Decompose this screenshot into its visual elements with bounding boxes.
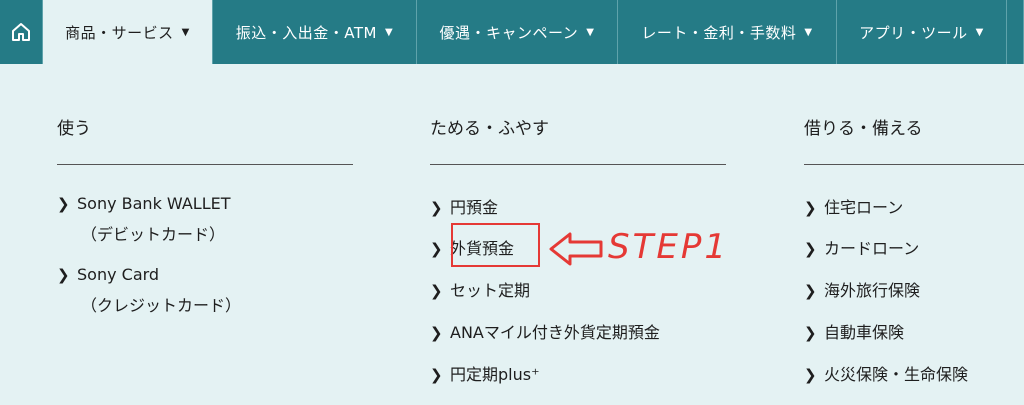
column-heading: 借りる・備える (804, 119, 923, 139)
divider (804, 164, 1024, 165)
menu-item-sublabel: （デビットカード） (81, 225, 226, 244)
caret-down-icon: ▼ (586, 26, 595, 38)
main-nav: 商品・サービス ▼ 振込・入出金・ATM ▼ 優遇・キャンペーン ▼ レート・金… (0, 0, 1024, 64)
chevron-right-icon: ❯ (430, 366, 443, 384)
menu-item-label: 住宅ローン (824, 198, 904, 217)
tab-label: 振込・入出金・ATM (235, 23, 377, 42)
menu-item-card-loan[interactable]: ❯ カードローン (804, 235, 919, 259)
highlight-box (451, 223, 540, 267)
menu-item-sony-bank-wallet[interactable]: ❯ Sony Bank WALLET （デビットカード） (57, 194, 231, 245)
tab-benefits-campaigns[interactable]: 優遇・キャンペーン ▼ (417, 0, 618, 64)
menu-item-yen-deposit[interactable]: ❯ 円預金 (430, 194, 498, 218)
menu-item-label: 海外旅行保険 (824, 281, 921, 300)
chevron-right-icon: ❯ (57, 266, 70, 284)
caret-down-icon: ▼ (385, 26, 394, 38)
menu-item-label: Sony Card (77, 265, 160, 284)
arrow-left-icon (549, 232, 603, 266)
menu-item-auto-insurance[interactable]: ❯ 自動車保険 (804, 319, 904, 343)
menu-item-label: 自動車保険 (824, 323, 905, 342)
menu-item-sony-card[interactable]: ❯ Sony Card （クレジットカード） (57, 265, 241, 316)
tab-label: レート・金利・手数料 (641, 23, 797, 42)
menu-item-label: 円定期plus⁺ (450, 365, 540, 384)
tab-rates-fees[interactable]: レート・金利・手数料 ▼ (618, 0, 837, 64)
chevron-right-icon: ❯ (804, 366, 817, 384)
home-button[interactable] (0, 0, 43, 64)
chevron-right-icon: ❯ (430, 240, 443, 258)
menu-item-label: セット定期 (450, 281, 531, 300)
tab-products-services[interactable]: 商品・サービス ▼ (43, 0, 213, 64)
chevron-right-icon: ❯ (57, 195, 70, 213)
chevron-right-icon: ❯ (804, 282, 817, 300)
chevron-right-icon: ❯ (430, 199, 443, 217)
tab-label: 優遇・キャンペーン (439, 23, 579, 42)
chevron-right-icon: ❯ (430, 324, 443, 342)
tab-label: アプリ・ツール (859, 23, 968, 42)
menu-item-fire-life-insurance[interactable]: ❯ 火災保険・生命保険 (804, 361, 968, 385)
chevron-right-icon: ❯ (804, 240, 817, 258)
menu-item-set-term-deposit[interactable]: ❯ セット定期 (430, 277, 530, 301)
divider (57, 164, 353, 165)
column-heading: ためる・ふやす (430, 119, 549, 139)
caret-down-icon: ▼ (181, 26, 190, 38)
menu-item-yen-term-plus[interactable]: ❯ 円定期plus⁺ (430, 361, 540, 385)
column-heading: 使う (57, 119, 91, 139)
menu-item-housing-loan[interactable]: ❯ 住宅ローン (804, 194, 903, 218)
home-icon (12, 23, 30, 41)
chevron-right-icon: ❯ (430, 282, 443, 300)
menu-item-travel-insurance[interactable]: ❯ 海外旅行保険 (804, 277, 920, 301)
tab-overflow (1007, 0, 1024, 64)
tab-label: 商品・サービス (65, 23, 174, 42)
caret-down-icon: ▼ (975, 26, 984, 38)
step-label: STEP1 (608, 227, 729, 267)
chevron-right-icon: ❯ (804, 324, 817, 342)
menu-item-label: 円預金 (450, 198, 499, 217)
tab-transfer-atm[interactable]: 振込・入出金・ATM ▼ (213, 0, 417, 64)
menu-item-label: 火災保険・生命保険 (824, 365, 969, 384)
menu-item-label: カードローン (824, 239, 920, 258)
menu-item-label: Sony Bank WALLET (77, 194, 231, 213)
divider (430, 164, 726, 165)
menu-item-ana-mile-deposit[interactable]: ❯ ANAマイル付き外貨定期預金 (430, 319, 660, 343)
menu-item-sublabel: （クレジットカード） (81, 296, 242, 315)
caret-down-icon: ▼ (804, 26, 813, 38)
chevron-right-icon: ❯ (804, 199, 817, 217)
menu-item-label: ANAマイル付き外貨定期預金 (450, 323, 660, 342)
tab-apps-tools[interactable]: アプリ・ツール ▼ (837, 0, 1007, 64)
